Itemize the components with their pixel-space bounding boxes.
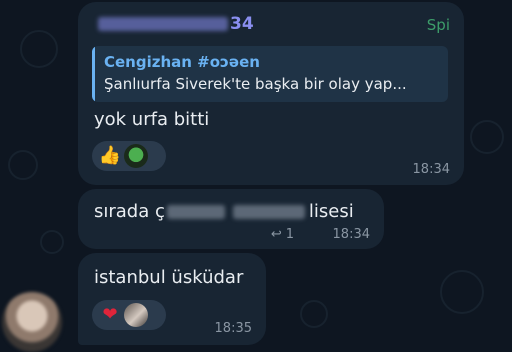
role-badge: Spi (426, 16, 450, 34)
reply-arrow-icon: ↩ (270, 227, 282, 242)
frog-avatar[interactable] (124, 144, 148, 168)
reaction-bar[interactable]: ❤ (92, 300, 166, 330)
message-bubble[interactable]: sırada ç lisesi ↩ 1 18:34 (78, 189, 384, 249)
message-time: 18:34 (332, 227, 370, 242)
message-text: yok urfa bitti (94, 109, 210, 130)
message-time: 18:35 (214, 321, 252, 336)
message-bubble[interactable]: 34 Spi Cengizhan #oɔəen Şanlıurfa Sivere… (78, 2, 464, 185)
message-bubble[interactable]: istanbul üsküdar ❤ 18:35 (78, 253, 266, 345)
sender-name[interactable]: 34 (98, 14, 254, 34)
reply-quote[interactable]: Cengizhan #oɔəen Şanlıurfa Siverek'te ba… (92, 46, 448, 102)
avatar[interactable] (2, 292, 62, 352)
reaction-bar[interactable]: 👍 (92, 141, 166, 171)
user-avatar[interactable] (124, 303, 148, 327)
message-text: sırada ç lisesi (94, 201, 354, 222)
reply-counter[interactable]: ↩ 1 (271, 227, 294, 242)
message-time: 18:34 (412, 162, 450, 177)
reply-author: Cengizhan #oɔəen (104, 53, 260, 71)
thumbs-up-icon[interactable]: 👍 (98, 144, 122, 168)
reply-preview: Şanlıurfa Siverek'te başka bir olay yap.… (104, 75, 407, 93)
message-text: istanbul üsküdar (94, 267, 244, 288)
sender-name-suffix: 34 (230, 14, 254, 34)
red-heart-icon[interactable]: ❤ (98, 303, 122, 327)
